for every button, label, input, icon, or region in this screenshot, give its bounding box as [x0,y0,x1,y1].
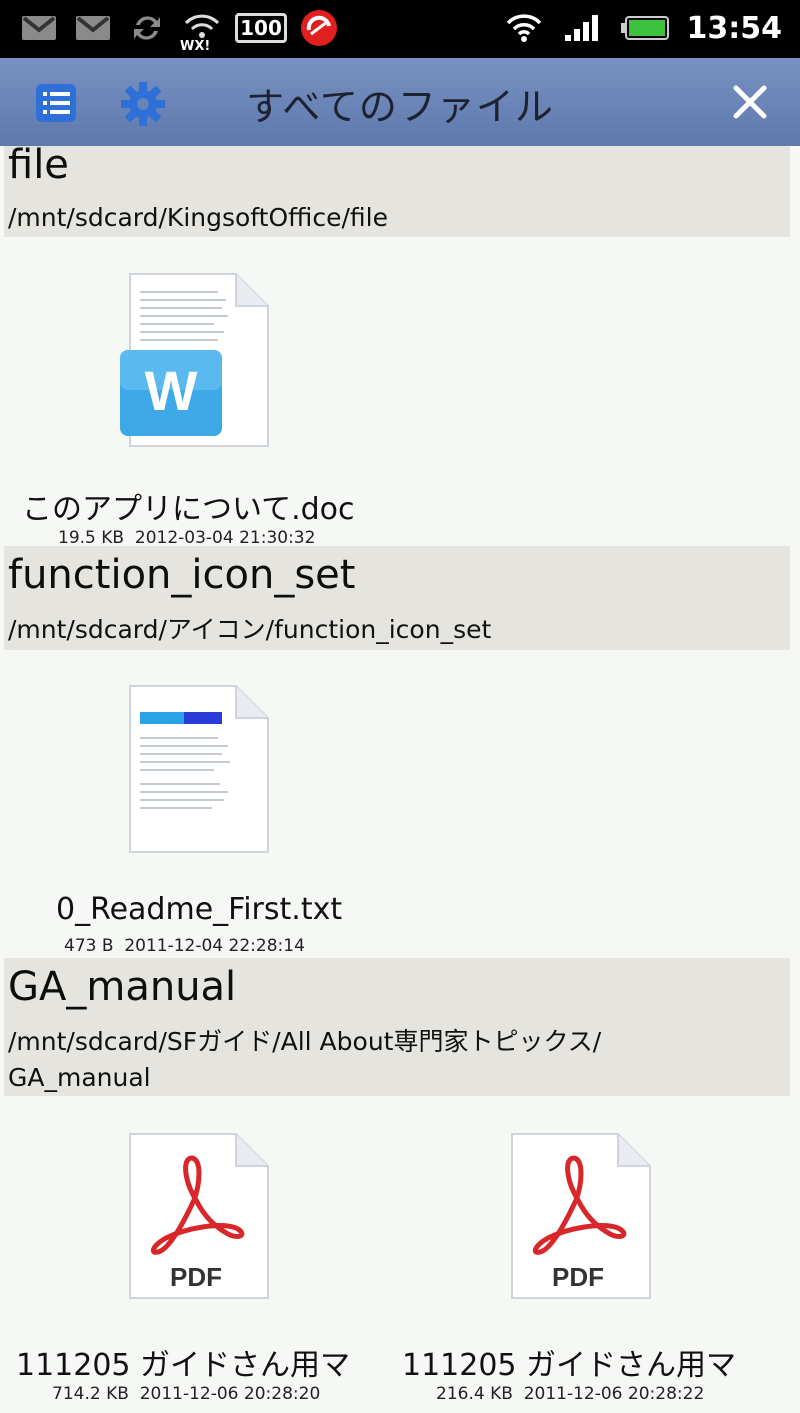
sync-icon [126,8,168,48]
battery-icon [619,8,671,48]
wx-label: WX! [180,39,211,54]
file-meta: 714.2 KB 2011-12-06 20:28:20 [52,1384,452,1404]
status-bar: WX! 100 13:54 [0,0,800,58]
wifi-icon [503,8,545,48]
group-name: function_icon_set [8,552,356,598]
group-path: /mnt/sdcard/アイコン/function_icon_set [8,615,492,644]
trendmicro-icon [298,8,340,48]
svg-text:W: W [145,359,198,422]
file-meta: 216.4 KB 2011-12-06 20:28:22 [436,1384,800,1404]
file-size: 19.5 KB [58,528,125,548]
file-item[interactable]: PDF 111205 ガイドさん用マ 216.4 KB 2011-12-06 2… [400,1118,800,1408]
group-name: GA_manual [8,964,237,1010]
file-size: 473 B [64,936,114,956]
file-meta: 473 B 2011-12-04 22:28:14 [64,936,464,956]
pdf-label: PDF [552,1262,604,1292]
file-item[interactable]: 0_Readme_First.txt 473 B 2011-12-04 22:2… [0,668,400,958]
file-name: 111205 ガイドさん用マ [16,1348,351,1383]
group-header-function-icon-set: function_icon_set /mnt/sdcard/アイコン/funct… [4,546,790,650]
battery-100-badge-icon: 100 [235,8,287,48]
file-item[interactable]: PDF 111205 ガイドさん用マ 714.2 KB 2011-12-06 2… [0,1118,400,1408]
word-doc-icon: W [118,270,269,450]
group-path: /mnt/sdcard/KingsoftOffice/file [8,203,388,232]
wifi-wx-icon: WX! [180,8,224,54]
pdf-file-icon: PDF [124,1130,274,1310]
file-size: 216.4 KB [436,1384,513,1404]
page-title: すべてのファイル [246,85,554,129]
signal-icon [561,8,603,48]
file-name: このアプリについて.doc [22,492,355,527]
app-header: すべてのファイル [0,58,800,146]
file-date: 2011-12-06 20:28:20 [139,1384,321,1404]
file-date: 2011-12-04 22:28:14 [124,936,305,956]
file-name: 0_Readme_First.txt [56,892,343,927]
file-size: 714.2 KB [52,1384,129,1404]
file-name: 111205 ガイドさん用マ [402,1348,737,1383]
text-file-icon [124,682,274,862]
gmail-icon [72,8,114,48]
group-name: file [8,142,69,188]
file-item[interactable]: W このアプリについて.doc 19.5 KB 2012-03-04 21:30… [0,256,400,548]
pdf-label: PDF [170,1262,222,1292]
pdf-file-icon: PDF [506,1130,656,1310]
group-path: /mnt/sdcard/SFガイド/All About専門家トピックス/ [8,1027,602,1056]
file-meta: 19.5 KB 2012-03-04 21:30:32 [58,528,458,548]
badge-100-label: 100 [235,13,287,43]
file-date: 2012-03-04 21:30:32 [134,528,316,548]
close-icon[interactable] [730,82,770,122]
status-time: 13:54 [686,10,783,46]
group-path: GA_manual [8,1063,151,1092]
gmail-icon [18,8,60,48]
group-header-file: file /mnt/sdcard/KingsoftOffice/file [4,142,790,237]
file-date: 2011-12-06 20:28:22 [523,1384,705,1404]
group-header-ga-manual: GA_manual /mnt/sdcard/SFガイド/All About専門家… [4,958,790,1096]
